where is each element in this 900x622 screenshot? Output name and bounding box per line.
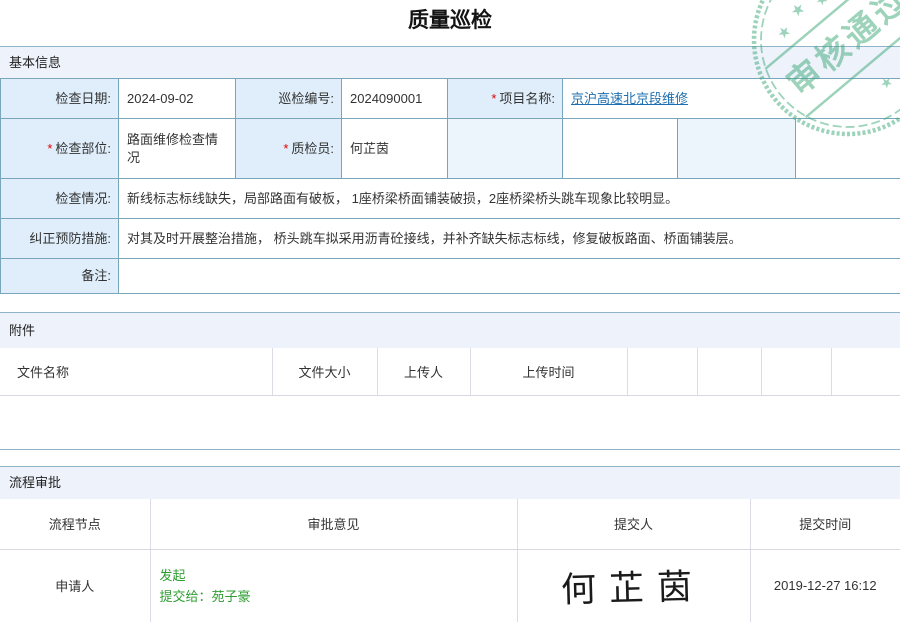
table-row: 检查日期: 2024-09-02 巡检编号: 2024090001 *项目名称:… <box>1 79 900 119</box>
approval-header-node: 流程节点 <box>0 499 150 550</box>
submitter-signature: 何芷茵 <box>561 558 706 613</box>
table-row: 检查情况: 新线标志标线缺失，局部路面有破板， 1座桥梁桥面铺装破损，2座桥梁桥… <box>1 179 900 219</box>
approval-row-applicant: 申请人 发起 提交给：苑子豪 何芷茵 2019-12-27 16:12 <box>0 550 900 622</box>
attachment-header-empty <box>831 348 900 395</box>
project-name-link[interactable]: 京沪高速北京段维修 <box>571 91 688 106</box>
inspect-part-value: 路面维修检查情况 <box>119 119 236 179</box>
attachments-table: 文件名称 文件大小 上传人 上传时间 <box>0 348 900 396</box>
inspect-date-label: 检查日期: <box>1 79 119 119</box>
approval-header-submit-time: 提交时间 <box>750 499 900 550</box>
corrective-action-label: 纠正预防措施: <box>1 219 119 259</box>
required-marker: * <box>491 91 496 106</box>
required-marker: * <box>283 141 288 156</box>
attachment-header-upload-time: 上传时间 <box>470 348 627 395</box>
section-attachments: 附件 文件名称 文件大小 上传人 上传时间 <box>0 312 900 450</box>
approval-table: 流程节点 审批意见 提交人 提交时间 申请人 发起 提交给：苑子豪 何芷茵 20… <box>0 499 900 622</box>
empty-value-cell <box>796 119 900 179</box>
corrective-action-value: 对其及时开展整治措施， 桥头跳车拟采用沥青砼接线，并补齐缺失标志标线，修复破板路… <box>119 219 900 259</box>
approval-signature-cell: 何芷茵 <box>517 550 750 622</box>
table-row: *检查部位: 路面维修检查情况 *质检员: 何芷茵 <box>1 119 900 179</box>
inspector-label: *质检员: <box>236 119 342 179</box>
inspect-situation-value: 新线标志标线缺失，局部路面有破板， 1座桥梁桥面铺装破损，2座桥梁桥头跳车现象比… <box>119 179 900 219</box>
attachment-header-uploader: 上传人 <box>377 348 470 395</box>
project-name-cell: 京沪高速北京段维修 <box>563 79 900 119</box>
patrol-no-value: 2024090001 <box>342 79 448 119</box>
inspector-value: 何芷茵 <box>342 119 448 179</box>
inspect-date-value: 2024-09-02 <box>119 79 236 119</box>
approval-opinion-cell: 发起 提交给：苑子豪 <box>150 550 517 622</box>
empty-label-cell <box>448 119 563 179</box>
project-name-label: *项目名称: <box>448 79 563 119</box>
inspect-part-label: *检查部位: <box>1 119 119 179</box>
attachment-header-empty <box>627 348 697 395</box>
attachment-header-file-size: 文件大小 <box>272 348 377 395</box>
section-approval-flow: 流程审批 流程节点 审批意见 提交人 提交时间 申请人 发起 提交给：苑子豪 何… <box>0 466 900 622</box>
inspect-situation-label: 检查情况: <box>1 179 119 219</box>
approval-submit-to-text: 提交给：苑子豪 <box>160 586 513 607</box>
attachment-header-file-name: 文件名称 <box>0 348 272 395</box>
section-title-approval-flow: 流程审批 <box>0 467 900 499</box>
approval-node-cell: 申请人 <box>0 550 150 622</box>
attachments-header-row: 文件名称 文件大小 上传人 上传时间 <box>0 348 900 395</box>
section-title-attachments: 附件 <box>0 313 900 348</box>
empty-label-cell <box>678 119 796 179</box>
approval-header-opinion: 审批意见 <box>150 499 517 550</box>
approval-header-submitter: 提交人 <box>517 499 750 550</box>
remark-value <box>119 259 900 294</box>
patrol-no-label: 巡检编号: <box>236 79 342 119</box>
attachment-header-empty <box>697 348 761 395</box>
section-title-basic-info: 基本信息 <box>0 47 900 78</box>
approval-time-cell: 2019-12-27 16:12 <box>750 550 900 622</box>
attachment-header-empty <box>761 348 831 395</box>
attachments-empty-area <box>0 396 900 449</box>
empty-value-cell <box>563 119 678 179</box>
table-row: 纠正预防措施: 对其及时开展整治措施， 桥头跳车拟采用沥青砼接线，并补齐缺失标志… <box>1 219 900 259</box>
table-row: 备注: <box>1 259 900 294</box>
page-title: 质量巡检 <box>0 0 900 46</box>
required-marker: * <box>47 141 52 156</box>
approval-action-text: 发起 <box>160 565 513 586</box>
approval-header-row: 流程节点 审批意见 提交人 提交时间 <box>0 499 900 550</box>
section-basic-info: 基本信息 检查日期: 2024-09-02 巡检编号: 2024090001 *… <box>0 46 900 294</box>
remark-label: 备注: <box>1 259 119 294</box>
basic-info-table: 检查日期: 2024-09-02 巡检编号: 2024090001 *项目名称:… <box>0 78 900 294</box>
